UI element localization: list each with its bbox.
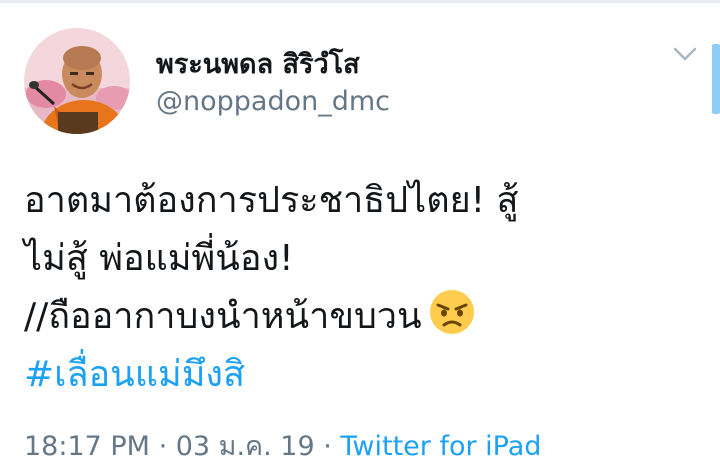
tweet-text: อาตมาต้องการประชาธิปไตย! สู้ ไม่สู้ พ่อแ…	[24, 172, 684, 404]
avatar-image	[24, 28, 130, 134]
angry-face-icon	[429, 290, 474, 334]
scroll-indicator[interactable]	[712, 44, 720, 114]
tweet-text-line: อาตมาต้องการประชาธิปไตย! สู้	[24, 180, 519, 221]
tweet-time[interactable]: 18:17 PM	[24, 431, 150, 462]
top-border	[0, 0, 720, 3]
tweet-meta: 18:17 PM · 03 ม.ค. 19 · Twitter for iPad	[24, 424, 541, 467]
chevron-down-icon[interactable]	[672, 44, 698, 64]
tweet-date[interactable]: 03 ม.ค. 19	[176, 431, 315, 462]
tweet-text-line: ไม่สู้ พ่อแม่พี่น้อง!	[24, 238, 294, 279]
avatar[interactable]	[24, 28, 130, 134]
tweet-text-line: //ถืออากาบงนำหน้าขบวน	[24, 288, 684, 346]
hashtag-link[interactable]: #เลื่อนแม่มึงสิ	[24, 346, 684, 404]
meta-separator: ·	[314, 431, 341, 462]
meta-separator: ·	[149, 431, 176, 462]
display-name[interactable]: พระนพดล สิริวํโส	[156, 42, 360, 85]
user-handle[interactable]: @noppadon_dmc	[156, 86, 390, 117]
tweet-source-link[interactable]: Twitter for iPad	[340, 431, 541, 462]
tweet-text-line-content: //ถืออากาบงนำหน้าขบวน	[24, 296, 422, 337]
